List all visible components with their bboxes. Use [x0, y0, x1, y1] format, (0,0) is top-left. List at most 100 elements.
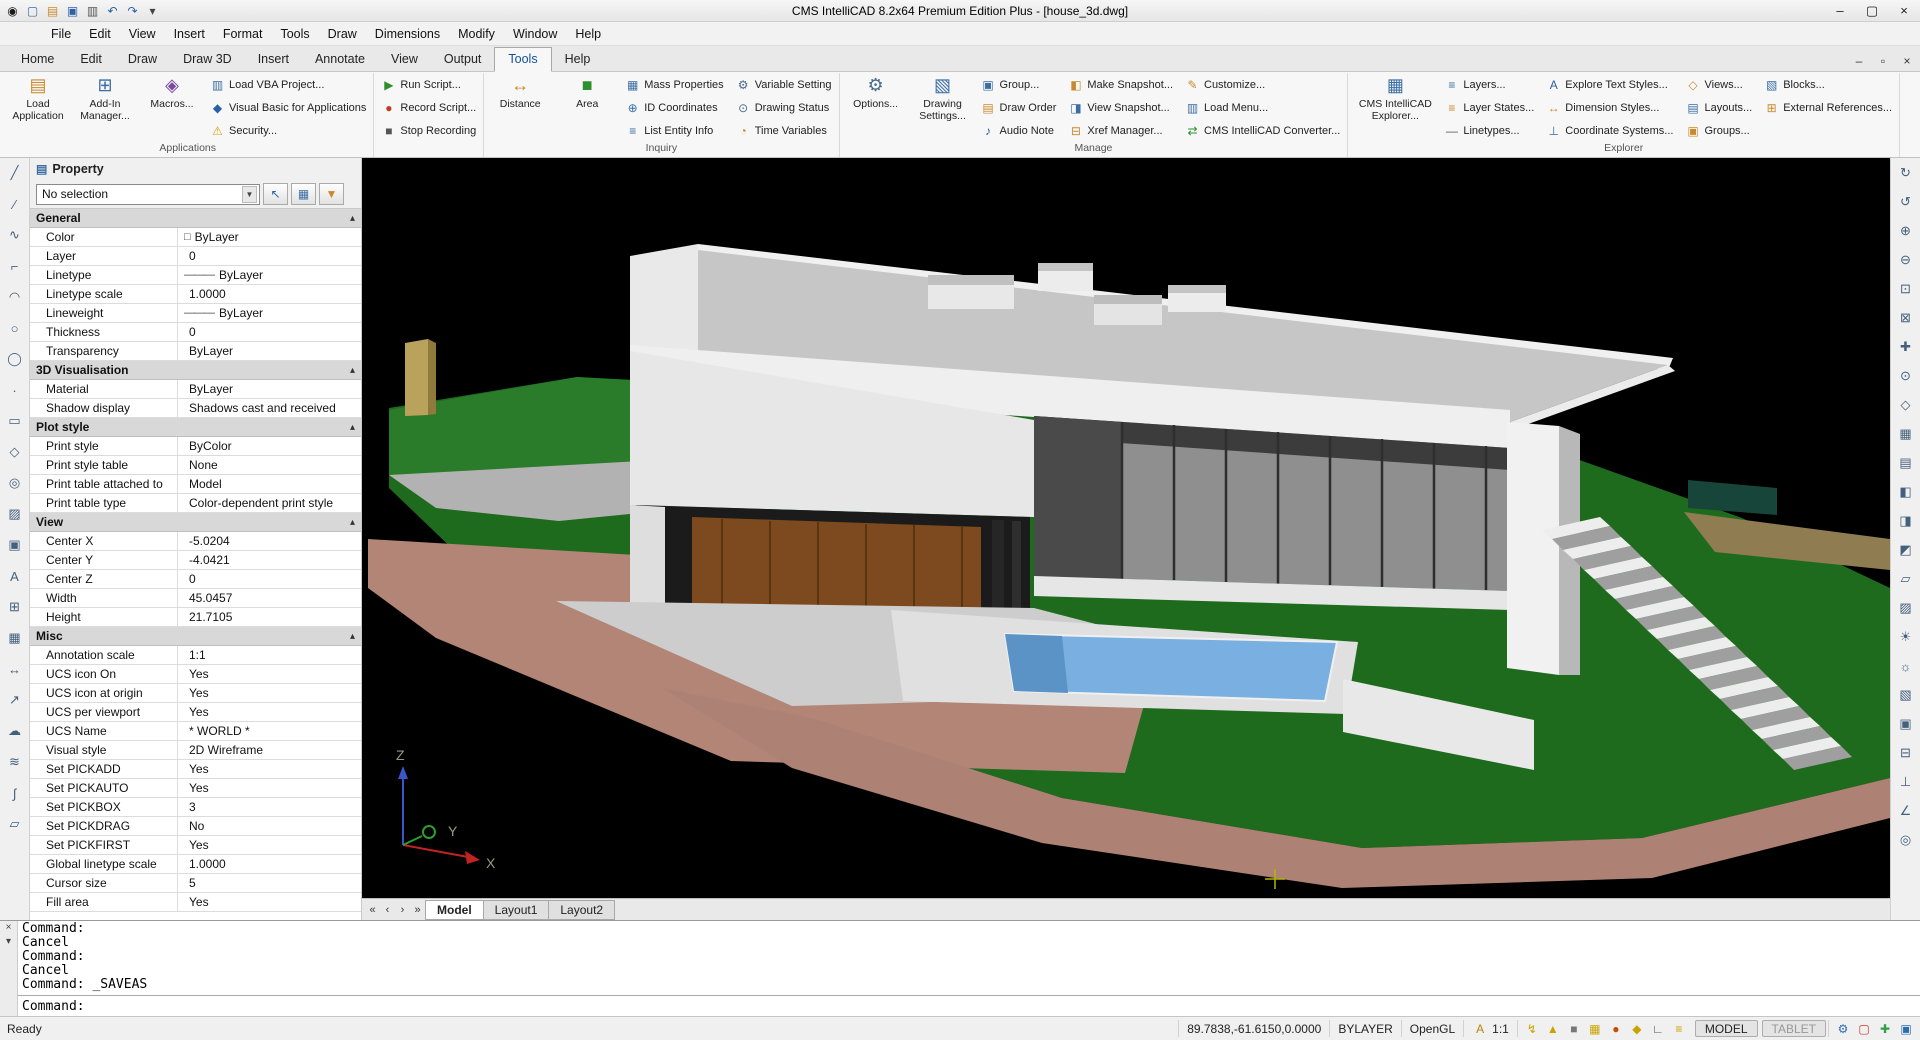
ribbon-button[interactable]: ⊥ Coordinate Systems...: [1544, 124, 1675, 138]
wipeout-icon[interactable]: ▱: [4, 813, 26, 835]
redo-icon[interactable]: ↷: [123, 1, 142, 21]
ribbon-button[interactable]: ◔ Time Variables: [734, 124, 834, 138]
add-workspace-icon[interactable]: ✚: [1877, 1021, 1893, 1037]
property-row[interactable]: Linetype ———ByLayer: [30, 266, 361, 285]
snap-icon[interactable]: ▦: [1587, 1021, 1603, 1037]
menu-item[interactable]: Tools: [271, 27, 318, 41]
clean-screen-icon[interactable]: ▢: [1856, 1021, 1872, 1037]
property-row[interactable]: Plot style ▴: [30, 418, 361, 437]
property-row[interactable]: Cursor size 5: [30, 874, 361, 893]
app-icon[interactable]: ◉: [3, 1, 22, 21]
property-row[interactable]: Misc ▴: [30, 627, 361, 646]
property-row[interactable]: UCS icon at origin Yes: [30, 684, 361, 703]
menu-item[interactable]: Insert: [165, 27, 214, 41]
menu-item[interactable]: Format: [214, 27, 272, 41]
ribbon-button[interactable]: — Linetypes...: [1442, 124, 1536, 138]
ribbon-button[interactable]: ■ Stop Recording: [379, 124, 478, 138]
property-row[interactable]: Shadow display Shadows cast and received: [30, 399, 361, 418]
drawing-viewport[interactable]: Z Y X: [362, 158, 1890, 898]
property-row[interactable]: Lineweight ———ByLayer: [30, 304, 361, 323]
menu-item[interactable]: View: [120, 27, 165, 41]
ribbon-button[interactable]: ⚙ Options...: [845, 74, 907, 142]
ribbon-button[interactable]: ▥ Load Menu...: [1183, 101, 1342, 115]
menu-item[interactable]: Window: [504, 27, 566, 41]
ribbon-tab[interactable]: Annotate: [302, 48, 378, 71]
ellipse-icon[interactable]: ◯: [4, 348, 26, 370]
point-icon[interactable]: ·: [4, 379, 26, 401]
annotation-lightning-icon[interactable]: ↯: [1524, 1021, 1540, 1037]
section-icon[interactable]: ∠: [1895, 800, 1917, 822]
property-row[interactable]: Center X -5.0204: [30, 532, 361, 551]
line-icon[interactable]: ╱: [4, 162, 26, 184]
quick-select-button[interactable]: ▦: [291, 183, 316, 205]
property-row[interactable]: Set PICKFIRST Yes: [30, 836, 361, 855]
layout-tab[interactable]: Layout2: [548, 900, 615, 920]
spline-icon[interactable]: ∫: [4, 782, 26, 804]
record-icon[interactable]: ●: [1608, 1021, 1624, 1037]
lwt-icon[interactable]: ≡: [1671, 1021, 1687, 1037]
scroll-down-icon[interactable]: ▾: [6, 936, 11, 947]
layout-tab[interactable]: Model: [425, 900, 484, 920]
ray-icon[interactable]: ∕: [4, 193, 26, 215]
ribbon-button[interactable]: ■ Area: [556, 74, 618, 142]
ribbon-button[interactable]: ▦ CMS IntelliCAD Explorer...: [1353, 74, 1437, 142]
table-icon[interactable]: ▦: [4, 627, 26, 649]
ribbon-button[interactable]: ⊞ External References...: [1762, 101, 1894, 115]
ribbon-button[interactable]: ≡ List Entity Info: [623, 124, 725, 138]
annotation-scale-icon[interactable]: ▲: [1545, 1021, 1561, 1037]
last-tab-button[interactable]: »: [410, 904, 425, 916]
ribbon-button[interactable]: ◇ Views...: [1683, 78, 1754, 92]
ribbon-button[interactable]: ▤ Draw Order: [979, 101, 1059, 115]
arc-icon[interactable]: ◠: [4, 286, 26, 308]
property-row[interactable]: UCS per viewport Yes: [30, 703, 361, 722]
mdi-close-button[interactable]: ×: [1896, 51, 1918, 71]
property-row[interactable]: Annotation scale 1:1: [30, 646, 361, 665]
ribbon-button[interactable]: ⊙ Drawing Status: [734, 101, 834, 115]
ribbon-button[interactable]: ≡ Layers...: [1442, 78, 1536, 92]
property-row[interactable]: Visual style 2D Wireframe: [30, 741, 361, 760]
revision-cloud-icon[interactable]: ☁: [4, 720, 26, 742]
ribbon-tab[interactable]: Help: [552, 48, 604, 71]
ribbon-button[interactable]: ▣ Groups...: [1683, 124, 1754, 138]
ribbon-button[interactable]: ◆ Visual Basic for Applications: [208, 101, 368, 115]
minimize-button[interactable]: –: [1824, 0, 1856, 21]
regen-icon[interactable]: ↺: [1895, 191, 1917, 213]
layout-tab[interactable]: Layout1: [483, 900, 550, 920]
property-row[interactable]: Global linetype scale 1.0000: [30, 855, 361, 874]
materials-icon[interactable]: ▧: [1895, 684, 1917, 706]
leader-icon[interactable]: ↗: [4, 689, 26, 711]
shade-icon[interactable]: ◩: [1895, 539, 1917, 561]
sketch-icon[interactable]: ∿: [4, 224, 26, 246]
property-row[interactable]: 3D Visualisation ▴: [30, 361, 361, 380]
lock-icon[interactable]: ■: [1566, 1021, 1582, 1037]
dimension-icon[interactable]: ↔: [4, 658, 26, 680]
ribbon-button[interactable]: ▥ Load VBA Project...: [208, 78, 368, 92]
zoom-extents-icon[interactable]: ⊠: [1895, 307, 1917, 329]
steering-icon[interactable]: ◎: [1895, 829, 1917, 851]
save-icon[interactable]: ▣: [63, 1, 82, 21]
polygon-icon[interactable]: ◇: [4, 441, 26, 463]
menu-item[interactable]: Dimensions: [366, 27, 449, 41]
property-row[interactable]: Thickness 0: [30, 323, 361, 342]
ribbon-button[interactable]: ▧ Blocks...: [1762, 78, 1894, 92]
front-view-icon[interactable]: ▤: [1895, 452, 1917, 474]
first-tab-button[interactable]: «: [365, 904, 380, 916]
ribbon-tab[interactable]: Edit: [67, 48, 115, 71]
property-row[interactable]: Color □ByLayer: [30, 228, 361, 247]
top-view-icon[interactable]: ▦: [1895, 423, 1917, 445]
ribbon-tab[interactable]: Output: [431, 48, 495, 71]
wireframe-icon[interactable]: ▱: [1895, 568, 1917, 590]
command-history[interactable]: Command: Cancel Command: Cancel Command:…: [18, 921, 1920, 995]
filter-button[interactable]: ▼: [319, 183, 344, 205]
camera-icon[interactable]: ▣: [1895, 713, 1917, 735]
zoom-in-icon[interactable]: ⊕: [1895, 220, 1917, 242]
ribbon-tab[interactable]: Tools: [494, 47, 551, 72]
ribbon-button[interactable]: ◨ View Snapshot...: [1066, 101, 1175, 115]
ribbon-tab[interactable]: Home: [8, 48, 67, 71]
ribbon-button[interactable]: ▧ Drawing Settings...: [912, 74, 974, 142]
ribbon-button[interactable]: ⚠ Security...: [208, 124, 368, 138]
select-entities-button[interactable]: ↖: [263, 183, 288, 205]
iso-view-icon[interactable]: ◧: [1895, 481, 1917, 503]
donut-icon[interactable]: ◎: [4, 472, 26, 494]
menu-item[interactable]: File: [42, 27, 80, 41]
